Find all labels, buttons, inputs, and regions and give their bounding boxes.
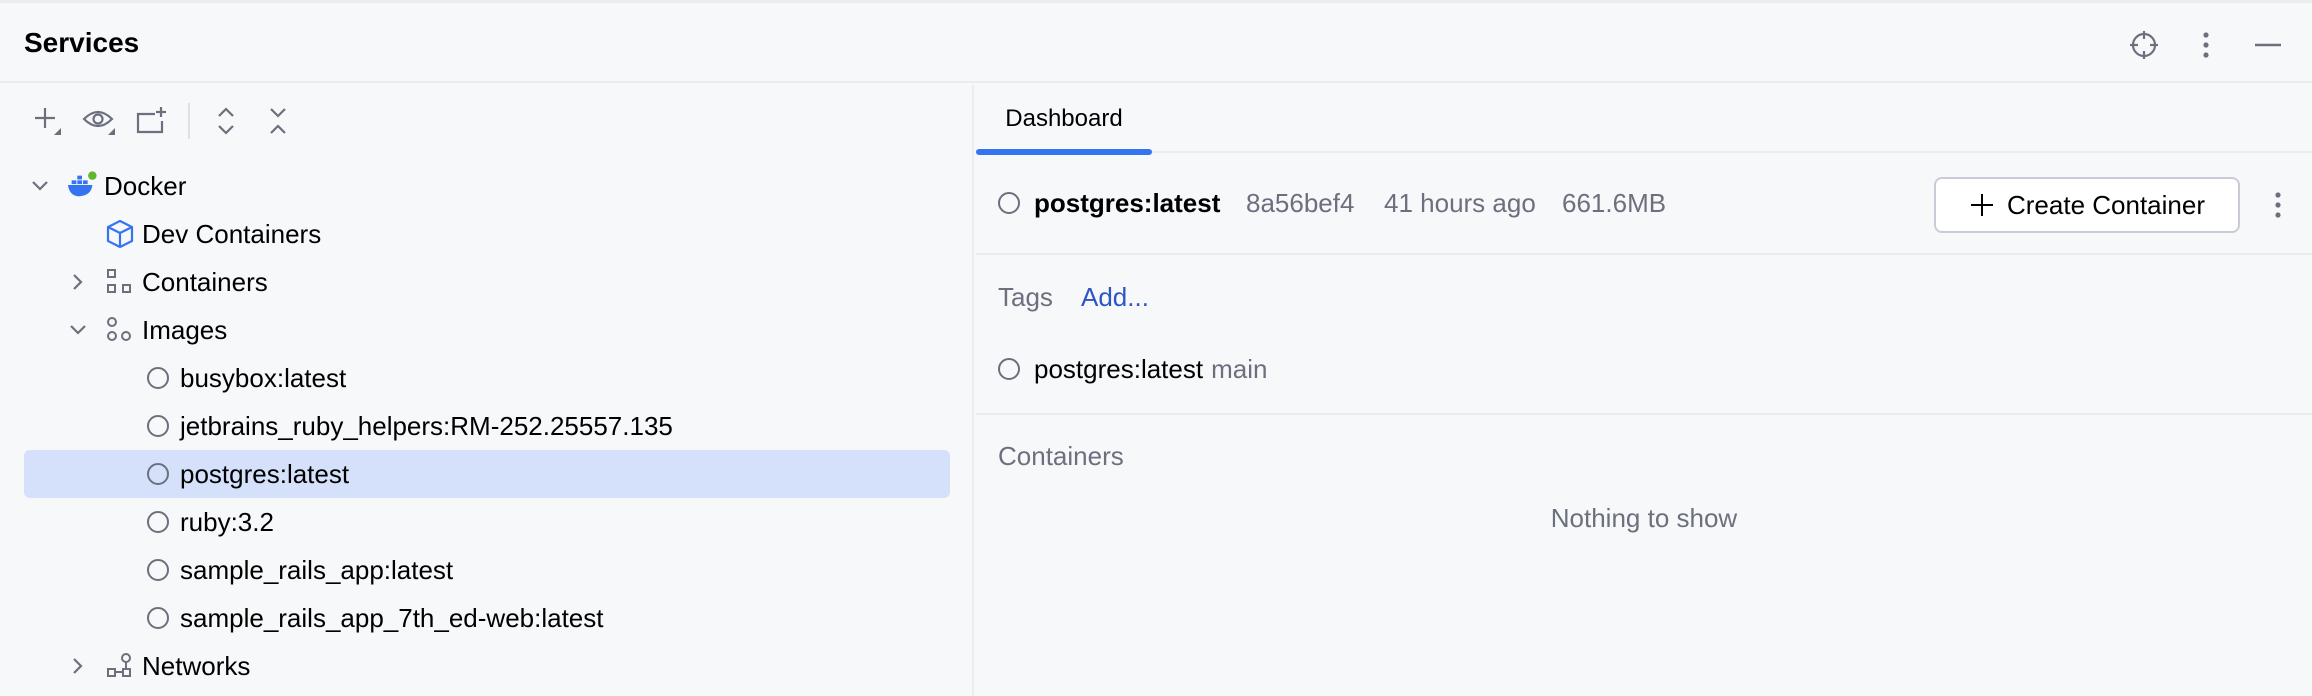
tree-item-label: Images [142, 314, 228, 345]
tree-item-image[interactable]: jetbrains_ruby_helpers:RM-252.25557.135 [24, 402, 950, 450]
image-status-icon [142, 554, 174, 586]
image-status-icon [998, 192, 1020, 219]
tree-item-networks[interactable]: Networks [24, 642, 950, 690]
tree-item-image[interactable]: ruby:3.2 [24, 498, 950, 546]
image-status-icon [142, 410, 174, 442]
tree-item-label: postgres:latest [180, 458, 350, 489]
tree-item-label: busybox:latest [180, 362, 347, 393]
tag-status-icon [998, 358, 1020, 380]
containers-label: Containers [998, 441, 1124, 471]
view-options-button[interactable] [74, 97, 126, 145]
more-vertical-icon [2275, 192, 2281, 218]
services-tree-pane: Docker Dev Containers Containers Images … [0, 85, 974, 696]
tree-item-label: ruby:3.2 [180, 506, 274, 537]
title-actions [2124, 25, 2288, 65]
tree-item-image[interactable]: sample_rails_app:latest [24, 546, 950, 594]
tree-item-label: jetbrains_ruby_helpers:RM-252.25557.135 [180, 410, 673, 441]
tag-name: postgres:latest [1034, 353, 1204, 384]
tab-label: Dashboard [1005, 105, 1123, 132]
tag-item[interactable]: postgres:latest main [998, 349, 1267, 389]
create-container-label: Create Container [2007, 189, 2205, 220]
tree-item-images[interactable]: Images [24, 306, 950, 354]
tree-item-label: Dev Containers [142, 218, 322, 249]
new-group-button[interactable] [126, 97, 178, 145]
image-more-button[interactable] [2266, 185, 2290, 225]
image-name: postgres:latest [1034, 188, 1221, 218]
add-tag-link[interactable]: Add... [1081, 282, 1149, 313]
plus-dropdown-icon [35, 108, 61, 135]
locate-button[interactable] [2124, 25, 2164, 65]
image-created: 41 hours ago [1384, 188, 1536, 218]
images-icon [104, 314, 136, 346]
expand-all-icon [218, 107, 234, 135]
empty-state-text: Nothing to show [1550, 503, 1738, 533]
tree-item-label: Docker [104, 170, 187, 201]
tag-branch: main [1211, 353, 1268, 384]
tree-item-docker[interactable]: Docker [24, 162, 950, 210]
image-status-icon [142, 458, 174, 490]
tree-item-image-selected[interactable]: postgres:latest [24, 450, 950, 498]
hide-button[interactable] [2248, 25, 2288, 65]
network-icon [104, 650, 136, 682]
add-service-button[interactable] [22, 97, 74, 145]
create-container-button[interactable]: Create Container [1934, 177, 2240, 233]
tree-item-label: sample_rails_app_7th_ed-web:latest [180, 602, 604, 633]
title-bar: Services [0, 3, 2312, 83]
collapse-all-button[interactable] [252, 97, 304, 145]
tab-dashboard[interactable]: Dashboard [976, 85, 1152, 155]
chevron-right-icon[interactable] [66, 270, 90, 294]
dashboard-pane: Dashboard postgres:latest 8a56bef4 41 ho… [976, 85, 2312, 696]
tab-bar: Dashboard [976, 85, 2312, 155]
image-status-icon [142, 506, 174, 538]
image-header: postgres:latest 8a56bef4 41 hours ago 66… [976, 155, 2312, 255]
new-tab-icon [136, 107, 166, 134]
tree-item-label: Containers [142, 266, 268, 297]
tree-item-image[interactable]: sample_rails_app_7th_ed-web:latest [24, 594, 950, 642]
tree-item-label: Networks [142, 650, 251, 681]
cube-icon [104, 218, 136, 250]
eye-dropdown-icon [82, 110, 115, 135]
expand-all-button[interactable] [200, 97, 252, 145]
tree-item-label: sample_rails_app:latest [180, 554, 454, 585]
image-status-icon [142, 362, 174, 394]
options-menu-button[interactable] [2186, 25, 2226, 65]
tags-section: Tags Add... postgres:latest main [976, 257, 2312, 415]
tree-item-image[interactable]: busybox:latest [24, 354, 950, 402]
services-tool-window: Services Docker Dev Containers Container… [0, 0, 2312, 696]
more-vertical-icon [2203, 32, 2209, 58]
image-id: 8a56bef4 [1246, 188, 1355, 218]
chevron-right-icon[interactable] [66, 654, 90, 678]
image-status-icon [142, 602, 174, 634]
chevron-down-icon[interactable] [66, 318, 90, 342]
tags-label: Tags [998, 282, 1053, 312]
tree-toolbar [22, 97, 304, 145]
toolbar-separator [188, 103, 190, 139]
collapse-all-icon [270, 108, 286, 134]
tree-item-containers[interactable]: Containers [24, 258, 950, 306]
plus-icon [1971, 194, 1993, 216]
minimize-icon [2255, 43, 2281, 47]
image-size: 661.6MB [1562, 188, 1667, 218]
docker-icon [66, 170, 98, 202]
containers-icon [104, 266, 136, 298]
panel-title: Services [24, 27, 140, 58]
chevron-down-icon[interactable] [28, 174, 52, 198]
crosshair-icon [2130, 31, 2158, 59]
containers-section: Containers Nothing to show [976, 417, 2312, 696]
tree-item-dev-containers[interactable]: Dev Containers [24, 210, 950, 258]
